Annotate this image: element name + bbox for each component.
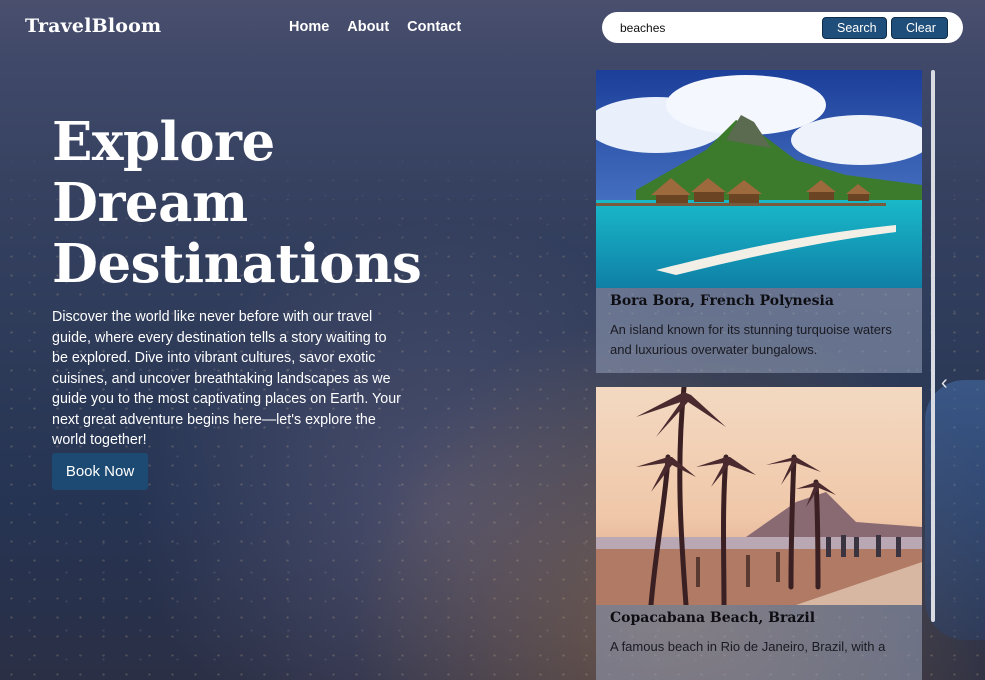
- card-title: Bora Bora, French Polynesia: [610, 293, 834, 309]
- hero-description: Discover the world like never before wit…: [52, 309, 401, 448]
- results-scrollbar[interactable]: [931, 70, 935, 622]
- destination-card[interactable]: Copacabana Beach, Brazil A famous beach …: [596, 387, 922, 680]
- search-button[interactable]: Search: [822, 16, 887, 39]
- hero-title: Explore Dream Destinations: [52, 112, 452, 295]
- search-bar: Search Clear: [602, 12, 963, 43]
- book-now-button[interactable]: Book Now: [52, 453, 148, 490]
- search-input[interactable]: [620, 20, 818, 35]
- clear-button[interactable]: Clear: [891, 16, 948, 39]
- card-description: An island known for its stunning turquoi…: [610, 322, 892, 357]
- palm-beach-image: [596, 387, 922, 605]
- nav-contact[interactable]: Contact: [407, 19, 461, 35]
- tropical-island-image: [596, 70, 922, 288]
- nav-about[interactable]: About: [347, 19, 389, 35]
- hero-title-line-1: Explore: [52, 111, 275, 173]
- main-nav: Home About Contact: [289, 19, 461, 35]
- hero-title-line-2: Dream: [52, 172, 248, 234]
- card-description: A famous beach in Rio de Janeiro, Brazil…: [610, 639, 886, 654]
- card-title: Copacabana Beach, Brazil: [610, 610, 816, 626]
- chevron-left-icon[interactable]: ‹: [941, 373, 948, 393]
- destination-results: Bora Bora, French Polynesia An island kn…: [596, 70, 922, 680]
- destination-card[interactable]: Bora Bora, French Polynesia An island kn…: [596, 70, 922, 373]
- brand-logo[interactable]: TravelBloom: [25, 15, 161, 37]
- nav-home[interactable]: Home: [289, 19, 329, 35]
- hero-title-line-3: Destinations: [52, 233, 422, 295]
